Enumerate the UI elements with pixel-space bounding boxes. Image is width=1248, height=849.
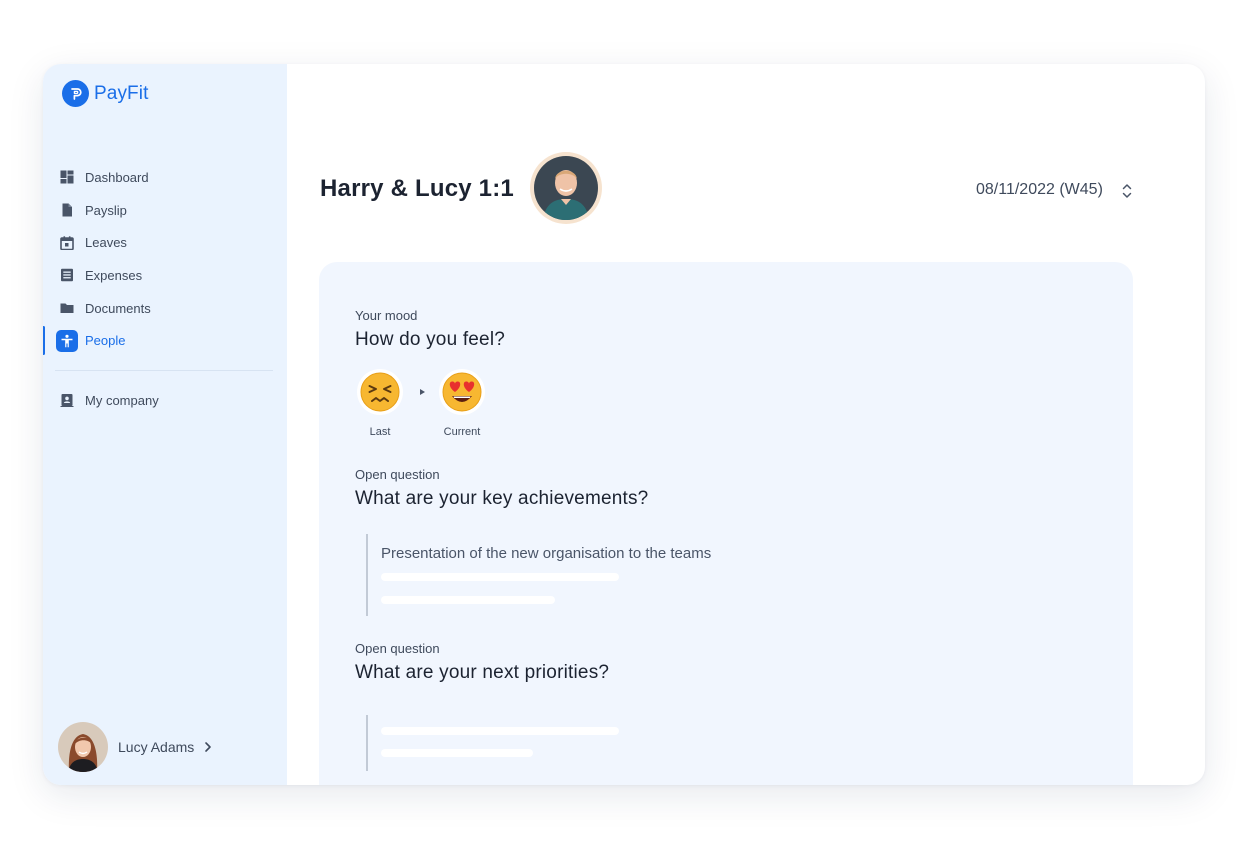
date-stepper-icon[interactable] <box>1120 181 1134 201</box>
sidebar-item-documents[interactable]: Documents <box>43 292 287 325</box>
current-mood-caption: Current <box>443 426 481 438</box>
company-badge-icon <box>60 393 74 408</box>
placeholder-line <box>381 749 533 757</box>
sidebar-item-label: People <box>85 333 126 349</box>
sidebar-item-my-company[interactable]: My company <box>43 384 287 417</box>
sidebar-item-payslip[interactable]: Payslip <box>43 194 287 227</box>
sidebar-nav: Dashboard Payslip Leaves Expenses Docume… <box>43 161 287 357</box>
sidebar-item-dashboard[interactable]: Dashboard <box>43 161 287 194</box>
user-profile-button[interactable]: Lucy Adams <box>58 722 212 772</box>
sidebar-divider <box>55 370 273 371</box>
placeholder-line <box>381 727 619 735</box>
achievements-answer-block[interactable]: Presentation of the new organisation to … <box>366 534 966 616</box>
app-window: PayFit Dashboard Payslip Leaves Expenses… <box>43 64 1205 785</box>
calendar-icon <box>60 236 74 250</box>
last-mood-emoji <box>357 369 403 415</box>
placeholder-line <box>381 596 555 604</box>
payfit-logo[interactable]: PayFit <box>62 80 148 107</box>
chevron-right-icon <box>204 741 212 753</box>
sidebar-item-label: Leaves <box>85 235 127 251</box>
placeholder-line <box>381 573 619 581</box>
sidebar: PayFit Dashboard Payslip Leaves Expenses… <box>43 64 287 785</box>
avatar <box>58 722 108 772</box>
sidebar-item-label: Expenses <box>85 267 143 283</box>
dashboard-icon <box>60 170 74 184</box>
meeting-card: Your mood How do you feel? Last Current … <box>319 262 1133 785</box>
mood-question: How do you feel? <box>355 329 506 350</box>
achievements-label: Open question <box>355 467 440 482</box>
person-icon <box>56 329 78 352</box>
mood-label: Your mood <box>355 308 418 323</box>
sidebar-item-label: Payslip <box>85 202 127 218</box>
priorities-question: What are your next priorities? <box>355 662 610 683</box>
sidebar-item-label: My company <box>85 392 159 408</box>
mood-arrow-icon <box>420 389 425 395</box>
folder-icon <box>60 301 74 315</box>
priorities-label: Open question <box>355 641 440 656</box>
participant-avatar[interactable] <box>530 152 602 224</box>
user-name: Lucy Adams <box>118 739 195 755</box>
date-selector-value[interactable]: 08/11/2022 (W45) <box>976 181 1103 199</box>
brand-name: PayFit <box>94 82 149 104</box>
sidebar-item-expenses[interactable]: Expenses <box>43 259 287 292</box>
last-mood-caption: Last <box>369 426 391 438</box>
sidebar-item-leaves[interactable]: Leaves <box>43 226 287 259</box>
sidebar-item-label: Documents <box>85 300 151 316</box>
current-mood-emoji <box>439 369 485 415</box>
achievements-answer-text: Presentation of the new organisation to … <box>381 545 712 562</box>
sidebar-item-label: Dashboard <box>85 169 149 185</box>
sidebar-item-people[interactable]: People <box>43 324 287 357</box>
sidebar-company-section: My company <box>43 384 287 417</box>
payfit-logo-icon <box>62 80 89 107</box>
priorities-answer-block[interactable] <box>366 715 966 771</box>
receipt-icon <box>60 268 74 282</box>
document-icon <box>60 203 74 217</box>
achievements-question: What are your key achievements? <box>355 488 649 509</box>
page-title: Harry & Lucy 1:1 <box>320 175 514 202</box>
